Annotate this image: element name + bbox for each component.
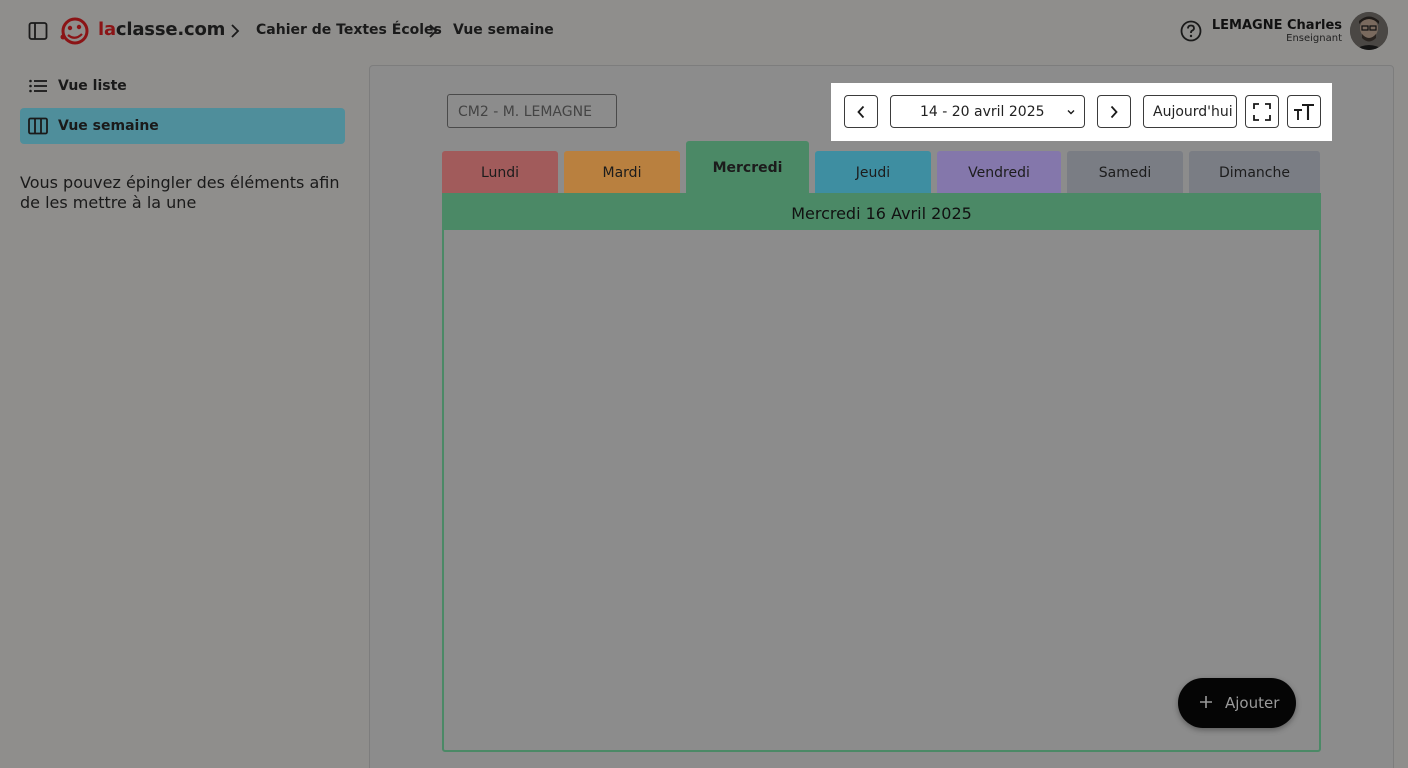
chevron-down-icon — [1067, 109, 1075, 114]
chevron-left-icon — [857, 105, 865, 118]
class-select[interactable]: CM2 - M. LEMAGNE — [447, 94, 617, 128]
laclasse-logo[interactable] — [60, 15, 90, 47]
sidebar-item-label: Vue liste — [58, 78, 127, 94]
tab-mercredi[interactable]: Mercredi — [686, 141, 809, 193]
tab-lundi[interactable]: Lundi — [442, 151, 558, 193]
next-week-button[interactable] — [1097, 95, 1131, 128]
text-size-button[interactable] — [1287, 95, 1321, 128]
plus-icon — [1200, 696, 1212, 708]
tab-mardi[interactable]: Mardi — [564, 151, 680, 193]
help-icon[interactable] — [1180, 20, 1202, 42]
today-label: Aujourd'hui — [1153, 104, 1233, 120]
pin-hint-text: Vous pouvez épingler des éléments afin d… — [20, 173, 340, 212]
user-name: LEMAGNE Charles — [1211, 18, 1342, 33]
breadcrumb-app[interactable]: Cahier de Textes Écoles — [256, 22, 442, 38]
day-panel: Mercredi 16 Avril 2025 — [442, 193, 1321, 752]
avatar[interactable] — [1350, 12, 1388, 50]
tab-vendredi[interactable]: Vendredi — [937, 151, 1061, 193]
sidebar-toggle-icon[interactable] — [28, 21, 48, 41]
text-size-icon — [1294, 103, 1314, 120]
sidebar-item-label: Vue semaine — [58, 118, 159, 134]
list-icon — [29, 79, 47, 93]
week-toolbar: 14 - 20 avril 2025 Aujourd'hui — [831, 83, 1332, 141]
tab-dimanche[interactable]: Dimanche — [1189, 151, 1320, 193]
brand-name[interactable]: laclasse.com — [98, 19, 225, 40]
tab-jeudi[interactable]: Jeudi — [815, 151, 931, 193]
chevron-right-icon — [429, 24, 438, 38]
chevron-right-icon — [1110, 105, 1118, 118]
add-button[interactable]: Ajouter — [1178, 678, 1296, 728]
date-range-label: 14 - 20 avril 2025 — [920, 104, 1045, 120]
chevron-right-icon — [231, 24, 240, 38]
user-role: Enseignant — [1286, 33, 1342, 44]
week-columns-icon — [28, 117, 48, 135]
sidebar-item-vue-liste[interactable]: Vue liste — [20, 68, 345, 104]
breadcrumb-current[interactable]: Vue semaine — [453, 22, 554, 38]
date-range-select[interactable]: 14 - 20 avril 2025 — [890, 95, 1085, 128]
add-button-label: Ajouter — [1225, 694, 1280, 712]
previous-week-button[interactable] — [844, 95, 878, 128]
fullscreen-button[interactable] — [1245, 95, 1279, 128]
sidebar-item-vue-semaine[interactable]: Vue semaine — [20, 108, 345, 144]
today-button[interactable]: Aujourd'hui — [1143, 95, 1237, 128]
fullscreen-icon — [1253, 102, 1271, 121]
top-bar: laclasse.com Cahier de Textes Écoles Vue… — [0, 0, 1408, 62]
day-header: Mercredi 16 Avril 2025 — [444, 195, 1319, 230]
tab-samedi[interactable]: Samedi — [1067, 151, 1183, 193]
